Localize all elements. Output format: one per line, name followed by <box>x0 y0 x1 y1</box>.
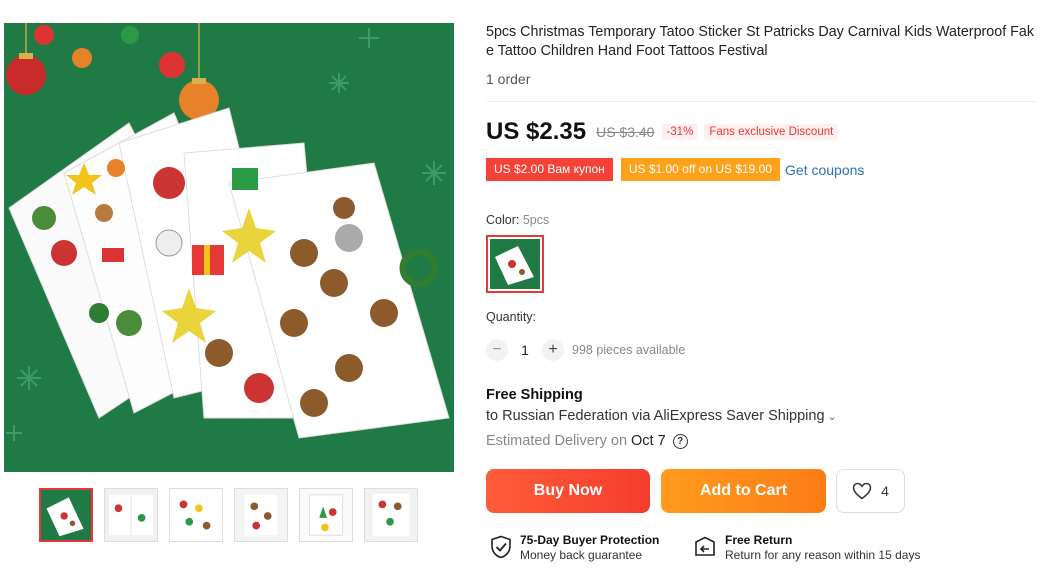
product-info: 5pcs Christmas Temporary Tatoo Sticker S… <box>486 23 1038 87</box>
thumbnail-2[interactable] <box>104 488 158 542</box>
thumbnail-3[interactable] <box>169 488 223 542</box>
heart-icon <box>852 482 872 500</box>
wishlist-count: 4 <box>881 483 889 499</box>
estimated-delivery: Estimated Delivery on Oct 7 ? <box>486 433 688 449</box>
delivery-label: Estimated Delivery on <box>486 433 628 449</box>
shipping-destination-text: to Russian Federation via AliExpress Sav… <box>486 408 825 424</box>
color-label: Color: 5pcs <box>486 213 549 227</box>
coupon-store[interactable]: US $2.00 Вам купон <box>486 158 613 181</box>
shipping-title: Free Shipping <box>486 387 583 403</box>
thumbnail-5[interactable] <box>299 488 353 542</box>
protection-subtitle: Money back guarantee <box>520 548 643 562</box>
divider <box>486 101 1036 102</box>
thumbnail-image <box>170 489 222 541</box>
discount-badge: -31% <box>662 124 698 140</box>
quantity-label: Quantity: <box>486 310 537 324</box>
thumbnail-4[interactable] <box>234 488 288 542</box>
shield-check-icon <box>491 535 511 559</box>
delivery-date: Oct 7 <box>631 433 666 449</box>
buyer-protection: 75-Day Buyer Protection Money back guara… <box>490 533 659 563</box>
quantity-decrease-button[interactable]: − <box>486 339 508 361</box>
buy-now-button[interactable]: Buy Now <box>486 469 650 513</box>
fans-discount-badge: Fans exclusive Discount <box>704 124 839 140</box>
current-price: US $2.35 <box>486 118 587 145</box>
thumbnail-image <box>300 489 352 541</box>
chevron-down-icon: ⌄ <box>827 411 837 423</box>
order-count: 1 order <box>486 71 531 87</box>
return-subtitle: Return for any reason within 15 days <box>725 548 921 562</box>
coupon-row: US $2.00 Вам купон US $1.00 off on US $1… <box>486 158 864 181</box>
free-return: Free Return Return for any reason within… <box>693 533 920 563</box>
product-main-image[interactable] <box>4 23 454 472</box>
thumbnail-1[interactable] <box>39 488 93 542</box>
swatch-image <box>490 239 540 289</box>
tattoo-sheets-illustration <box>4 23 454 472</box>
protection-title: 75-Day Buyer Protection <box>520 533 660 547</box>
price-row: US $2.35 US $3.40 -31% Fans exclusive Di… <box>486 117 839 147</box>
quantity-input[interactable]: 1 <box>508 342 542 358</box>
return-box-icon <box>695 536 715 556</box>
color-label-text: Color: <box>486 213 520 227</box>
quantity-increase-button[interactable]: + <box>542 339 564 361</box>
original-price: US $3.40 <box>596 124 655 140</box>
shipping-destination[interactable]: to Russian Federation via AliExpress Sav… <box>486 408 837 424</box>
wishlist-button[interactable]: 4 <box>836 469 905 513</box>
thumbnail-image <box>41 490 91 540</box>
get-coupons-link[interactable]: Get coupons <box>785 162 864 178</box>
available-stock: 998 pieces available <box>572 343 686 357</box>
add-to-cart-button[interactable]: Add to Cart <box>661 469 826 513</box>
return-title: Free Return <box>725 533 793 547</box>
color-option-5pcs[interactable] <box>486 235 544 293</box>
thumbnail-image <box>105 489 157 541</box>
help-icon[interactable]: ? <box>672 433 688 449</box>
quantity-stepper: − 1 + 998 pieces available <box>486 338 685 362</box>
product-title: 5pcs Christmas Temporary Tatoo Sticker S… <box>486 24 1034 59</box>
color-selected-value: 5pcs <box>522 213 550 227</box>
thumbnail-image <box>365 489 417 541</box>
thumbnail-6[interactable] <box>364 488 418 542</box>
thumbnail-image <box>235 489 287 541</box>
coupon-select[interactable]: US $1.00 off on US $19.00 <box>620 158 781 181</box>
